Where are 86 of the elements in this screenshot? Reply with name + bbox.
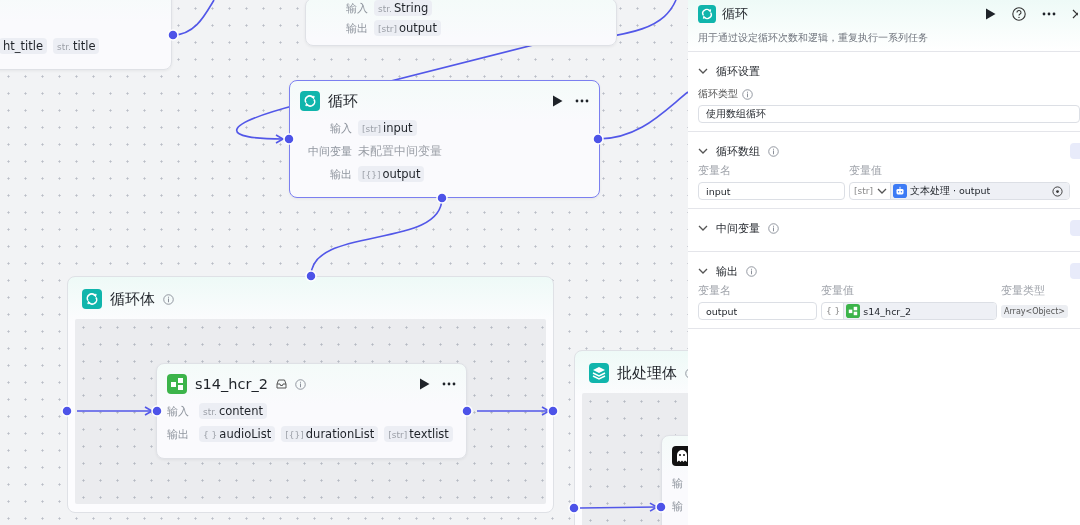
close-icon[interactable] bbox=[1072, 9, 1078, 19]
help-icon[interactable] bbox=[1012, 7, 1026, 21]
section-title: 输出 bbox=[716, 263, 738, 279]
robot-icon bbox=[892, 184, 907, 198]
param-tag: [str] textlist bbox=[384, 426, 453, 442]
info-icon[interactable] bbox=[768, 222, 779, 234]
param-tag: str. content bbox=[199, 403, 267, 419]
port-dot[interactable] bbox=[547, 405, 559, 417]
param-tag: str. String bbox=[374, 0, 433, 16]
column-header: 变量类型 bbox=[1001, 284, 1046, 298]
play-icon[interactable] bbox=[985, 8, 996, 20]
loop-icon bbox=[300, 91, 320, 111]
param-tag: [{}] output bbox=[358, 166, 425, 182]
value-field[interactable]: [str] 文本处理 · output bbox=[849, 182, 1070, 200]
node-title: s14_hcr_2 bbox=[195, 376, 268, 392]
row-label: 输出 bbox=[167, 426, 190, 442]
info-icon[interactable] bbox=[163, 293, 174, 305]
nodes-icon bbox=[167, 374, 187, 394]
more-icon[interactable] bbox=[1042, 12, 1056, 16]
port-dot[interactable] bbox=[592, 133, 604, 145]
more-icon[interactable] bbox=[442, 382, 456, 386]
param-tag: [str] input bbox=[358, 120, 417, 136]
section-title: 循环设置 bbox=[716, 63, 760, 79]
source-ref: 文本处理 · output bbox=[909, 184, 991, 198]
row-label: 输入 bbox=[345, 0, 368, 16]
port-dot[interactable] bbox=[305, 270, 317, 282]
section-title: 循环数组 bbox=[716, 143, 760, 159]
panel-title: 循环 bbox=[722, 5, 748, 23]
source-ref: s14_hcr_2 bbox=[863, 305, 912, 317]
port-dot[interactable] bbox=[461, 405, 473, 417]
loop-icon bbox=[698, 5, 716, 23]
column-header: 变量名 bbox=[698, 284, 732, 298]
name-field[interactable]: output bbox=[698, 302, 817, 320]
port-dot[interactable] bbox=[151, 405, 163, 417]
select-field[interactable]: 使用数组循环 bbox=[698, 105, 1080, 123]
node-title: 循环 bbox=[328, 91, 358, 111]
info-icon[interactable] bbox=[746, 265, 757, 277]
column-header: 变量值 bbox=[849, 164, 883, 178]
chevron-icon[interactable] bbox=[698, 148, 708, 154]
chevron-icon[interactable] bbox=[698, 268, 708, 274]
empty-note: 未配置中间变量 bbox=[358, 142, 442, 160]
port-dot[interactable] bbox=[167, 29, 179, 41]
more-icon[interactable] bbox=[575, 99, 589, 103]
port-dot[interactable] bbox=[436, 192, 448, 204]
port-dot[interactable] bbox=[568, 502, 580, 514]
column-header: 变量值 bbox=[821, 284, 855, 298]
row-label: 输入 bbox=[167, 403, 190, 419]
node-card[interactable]: s14_hcr_2 输入 str. content 输出 { } audioList [{}] durationList [str] textlist bbox=[156, 363, 467, 459]
type-tag: Array<Object> bbox=[1001, 304, 1068, 318]
info-icon[interactable] bbox=[768, 145, 779, 157]
chevron-icon[interactable] bbox=[876, 188, 887, 194]
row-label: 输入 bbox=[329, 120, 352, 136]
loop-icon bbox=[82, 289, 102, 309]
row-label: 输 bbox=[672, 475, 684, 491]
param-tag: [str] output bbox=[374, 20, 441, 36]
target-icon[interactable] bbox=[1052, 185, 1063, 197]
group-title: 循环体 bbox=[110, 289, 155, 309]
play-icon[interactable] bbox=[552, 95, 563, 107]
nodes-icon bbox=[846, 304, 861, 318]
value-field[interactable]: { } s14_hcr_2 bbox=[821, 302, 997, 320]
param-tag: ht_title bbox=[0, 38, 48, 54]
node-card[interactable]: 循环 输入 [str] input 中间变量 未配置中间变量 输出 [{}] output bbox=[289, 80, 600, 198]
row-label: 中间变量 bbox=[307, 143, 352, 159]
node-card[interactable]: 输入 str. String 输出 [str] output bbox=[305, 0, 617, 46]
row-label: 输 bbox=[672, 498, 684, 514]
info-icon[interactable] bbox=[742, 89, 753, 100]
layers-icon bbox=[589, 363, 609, 383]
port-dot[interactable] bbox=[655, 501, 667, 513]
name-field[interactable]: input bbox=[698, 182, 845, 200]
column-header: 变量名 bbox=[698, 164, 732, 178]
param-tag: str. title bbox=[53, 38, 100, 54]
field-label: 循环类型 bbox=[698, 88, 738, 101]
section-title: 中间变量 bbox=[716, 220, 760, 236]
play-icon[interactable] bbox=[419, 378, 430, 390]
panel-description: 用于通过设定循环次数和逻辑，重复执行一系列任务 bbox=[698, 32, 929, 45]
port-dot[interactable] bbox=[61, 405, 73, 417]
chevron-icon[interactable] bbox=[698, 68, 708, 74]
port-dot[interactable] bbox=[283, 133, 295, 145]
row-label: 输出 bbox=[345, 20, 368, 36]
tray-icon bbox=[275, 379, 287, 389]
row-label: 输出 bbox=[329, 166, 352, 182]
group-title: 批处理体 bbox=[617, 363, 677, 383]
chevron-icon[interactable] bbox=[698, 225, 708, 231]
param-tag: [{}] durationList bbox=[281, 426, 379, 442]
param-tag: { } audioList bbox=[199, 426, 276, 442]
node-card[interactable]: ht_title str. title bbox=[0, 0, 172, 70]
